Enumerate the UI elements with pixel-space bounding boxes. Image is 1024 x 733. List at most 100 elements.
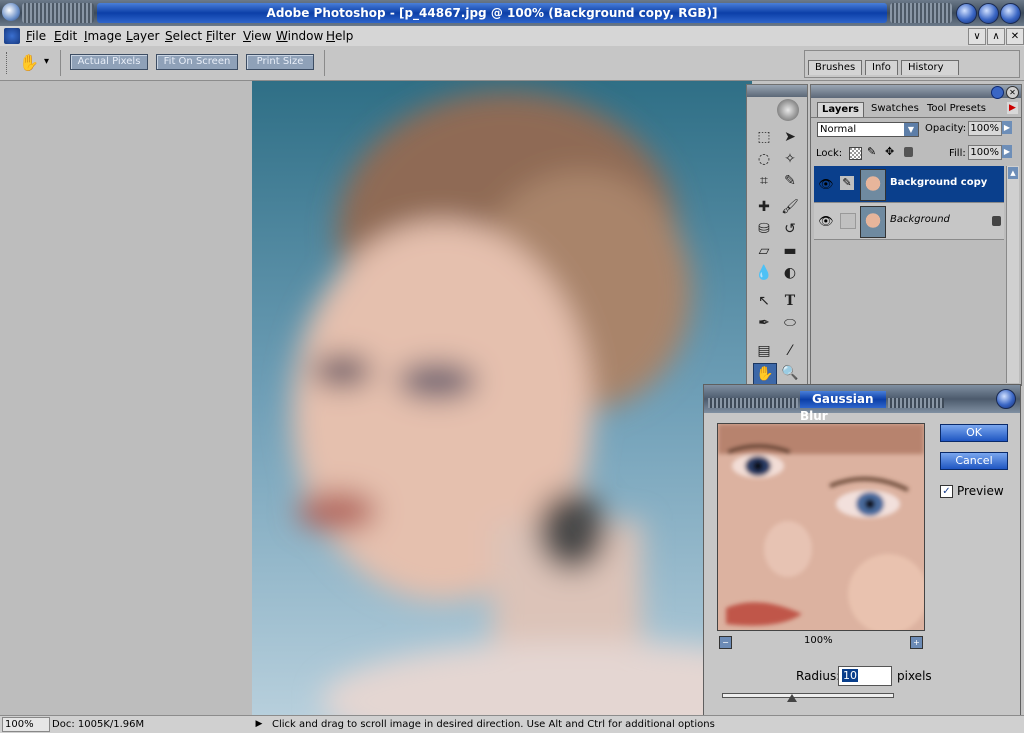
fill-input[interactable]: 100% xyxy=(968,145,1002,160)
layer-row-background-copy[interactable]: 👁 ✎ Background copy xyxy=(814,166,1004,203)
tab-layers[interactable]: Layers xyxy=(817,102,864,117)
eyedropper-tool-icon[interactable]: ⁄ xyxy=(779,341,801,361)
preview-label[interactable]: Preview xyxy=(957,484,1004,498)
status-menu-arrow-icon[interactable]: ▶ xyxy=(252,717,266,731)
lock-position-icon[interactable]: ✥ xyxy=(885,145,894,158)
brush-tool-icon[interactable]: 🖌 xyxy=(779,197,801,217)
image-canvas[interactable] xyxy=(252,81,752,715)
layer-link-slot[interactable] xyxy=(840,213,856,229)
print-size-button[interactable]: Print Size xyxy=(246,54,314,70)
crop-tool-icon[interactable]: ⌗ xyxy=(753,171,775,191)
dialog-title-bar[interactable]: Gaussian Blur xyxy=(704,385,1020,423)
palette-minimize-icon[interactable] xyxy=(991,86,1004,99)
layer-row-background[interactable]: 👁 Background xyxy=(814,203,1004,240)
tab-info[interactable]: Info xyxy=(865,60,898,75)
actual-pixels-button[interactable]: Actual Pixels xyxy=(70,54,148,70)
title-grip-left xyxy=(22,3,94,23)
shape-tool-icon[interactable]: ⬭ xyxy=(779,313,801,333)
slice-tool-icon[interactable]: ✎ xyxy=(779,171,801,191)
dodge-tool-icon[interactable]: ◐ xyxy=(779,263,801,283)
blur-preview-window[interactable] xyxy=(717,423,925,631)
gradient-tool-icon[interactable]: ▬ xyxy=(779,241,801,261)
close-icon[interactable] xyxy=(1000,3,1021,24)
photoshop-app-icon[interactable] xyxy=(2,3,20,21)
clone-stamp-tool-icon[interactable]: ⛁ xyxy=(753,219,775,239)
palette-menu-arrow-icon[interactable]: ▶ xyxy=(1007,102,1018,114)
zoom-in-icon[interactable]: + xyxy=(910,636,923,649)
zoom-out-icon[interactable]: − xyxy=(719,636,732,649)
fit-on-screen-button[interactable]: Fit On Screen xyxy=(156,54,238,70)
status-zoom-input[interactable]: 100% xyxy=(2,717,50,732)
radius-value: 10 xyxy=(842,669,858,682)
tool-preset-dropdown-icon[interactable]: ▾ xyxy=(44,56,49,67)
magic-wand-tool-icon[interactable]: ✧ xyxy=(779,149,801,169)
radius-slider-track[interactable] xyxy=(722,693,894,698)
pen-tool-icon[interactable]: ✒ xyxy=(753,313,775,333)
workspace-background xyxy=(0,81,252,715)
options-bar-grip[interactable] xyxy=(6,52,9,74)
blend-mode-dropdown-icon: ▼ xyxy=(904,123,918,136)
doc-restore-icon[interactable]: ∧ xyxy=(987,28,1005,45)
fill-slider-arrow-icon[interactable]: ▶ xyxy=(1002,145,1012,158)
menu-edit[interactable]: Edit xyxy=(54,28,77,44)
layer-name[interactable]: Background copy xyxy=(890,177,987,188)
doc-minimize-icon[interactable]: ∨ xyxy=(968,28,986,45)
hand-tool-selected-icon[interactable]: ✋ xyxy=(753,363,777,385)
tab-brushes[interactable]: Brushes xyxy=(808,60,863,75)
tab-history[interactable]: History xyxy=(901,60,959,75)
menu-select[interactable]: Select xyxy=(165,28,202,44)
layer-visibility-eye-icon[interactable]: 👁 xyxy=(818,213,834,229)
path-selection-tool-icon[interactable]: ↖ xyxy=(753,291,775,311)
lock-all-icon[interactable] xyxy=(904,147,913,157)
menu-file[interactable]: File xyxy=(26,28,46,44)
title-bar: Adobe Photoshop - [p_44867.jpg @ 100% (B… xyxy=(0,0,1024,26)
blur-tool-icon[interactable]: 💧 xyxy=(753,263,775,283)
layer-visibility-eye-icon[interactable]: 👁 xyxy=(818,176,834,192)
document-icon[interactable] xyxy=(4,28,20,44)
radius-unit-label: pixels xyxy=(897,669,932,683)
menu-image[interactable]: Image xyxy=(84,28,122,44)
dialog-grip-left xyxy=(708,398,798,408)
opacity-input[interactable]: 100% xyxy=(968,121,1002,136)
marquee-tool-icon[interactable]: ⬚ xyxy=(753,127,775,147)
maximize-icon[interactable] xyxy=(978,3,999,24)
palette-title-bar[interactable] xyxy=(811,85,1021,98)
dialog-title: Gaussian Blur xyxy=(800,391,886,423)
preview-checkbox[interactable]: ✓ xyxy=(940,485,953,498)
toolbox-title-bar[interactable] xyxy=(747,85,807,97)
healing-brush-tool-icon[interactable]: ✚ xyxy=(753,197,775,217)
layer-name[interactable]: Background xyxy=(890,214,950,225)
doc-close-icon[interactable]: ✕ xyxy=(1006,28,1024,45)
menu-window[interactable]: Window xyxy=(276,28,323,44)
notes-tool-icon[interactable]: ▤ xyxy=(753,341,775,361)
type-tool-icon[interactable]: T xyxy=(779,291,801,311)
layers-scrollbar[interactable]: ▲ xyxy=(1006,166,1019,383)
preview-zoom-level: 100% xyxy=(804,635,833,646)
cancel-button[interactable]: Cancel xyxy=(940,452,1008,470)
tab-swatches[interactable]: Swatches xyxy=(867,102,923,116)
lock-transparency-icon[interactable] xyxy=(849,147,862,160)
scroll-up-arrow-icon[interactable]: ▲ xyxy=(1008,167,1018,179)
blend-mode-select[interactable]: Normal ▼ xyxy=(817,122,919,137)
lasso-tool-icon[interactable]: ◌ xyxy=(753,149,775,169)
menu-help[interactable]: Help xyxy=(326,28,353,44)
zoom-tool-icon[interactable]: 🔍 xyxy=(779,363,801,383)
dialog-close-icon[interactable] xyxy=(996,389,1016,409)
tab-tool-presets[interactable]: Tool Presets xyxy=(923,102,990,116)
opacity-slider-arrow-icon[interactable]: ▶ xyxy=(1002,121,1012,134)
palette-close-icon[interactable]: ✕ xyxy=(1006,86,1019,99)
radius-slider-thumb[interactable] xyxy=(786,694,797,702)
history-brush-tool-icon[interactable]: ↺ xyxy=(779,219,801,239)
photoshop-logo-icon[interactable] xyxy=(777,99,799,121)
eraser-tool-icon[interactable]: ▱ xyxy=(753,241,775,261)
menu-filter[interactable]: Filter xyxy=(206,28,236,44)
layer-brush-link-icon[interactable]: ✎ xyxy=(840,176,854,190)
move-tool-icon[interactable]: ➤ xyxy=(779,127,801,147)
lock-image-icon[interactable]: ✎ xyxy=(867,145,876,158)
menu-view[interactable]: View xyxy=(243,28,271,44)
minimize-icon[interactable] xyxy=(956,3,977,24)
radius-input[interactable]: 10 xyxy=(838,666,892,686)
hand-tool-icon[interactable]: ✋ xyxy=(18,52,40,74)
menu-layer[interactable]: Layer xyxy=(126,28,159,44)
ok-button[interactable]: OK xyxy=(940,424,1008,442)
